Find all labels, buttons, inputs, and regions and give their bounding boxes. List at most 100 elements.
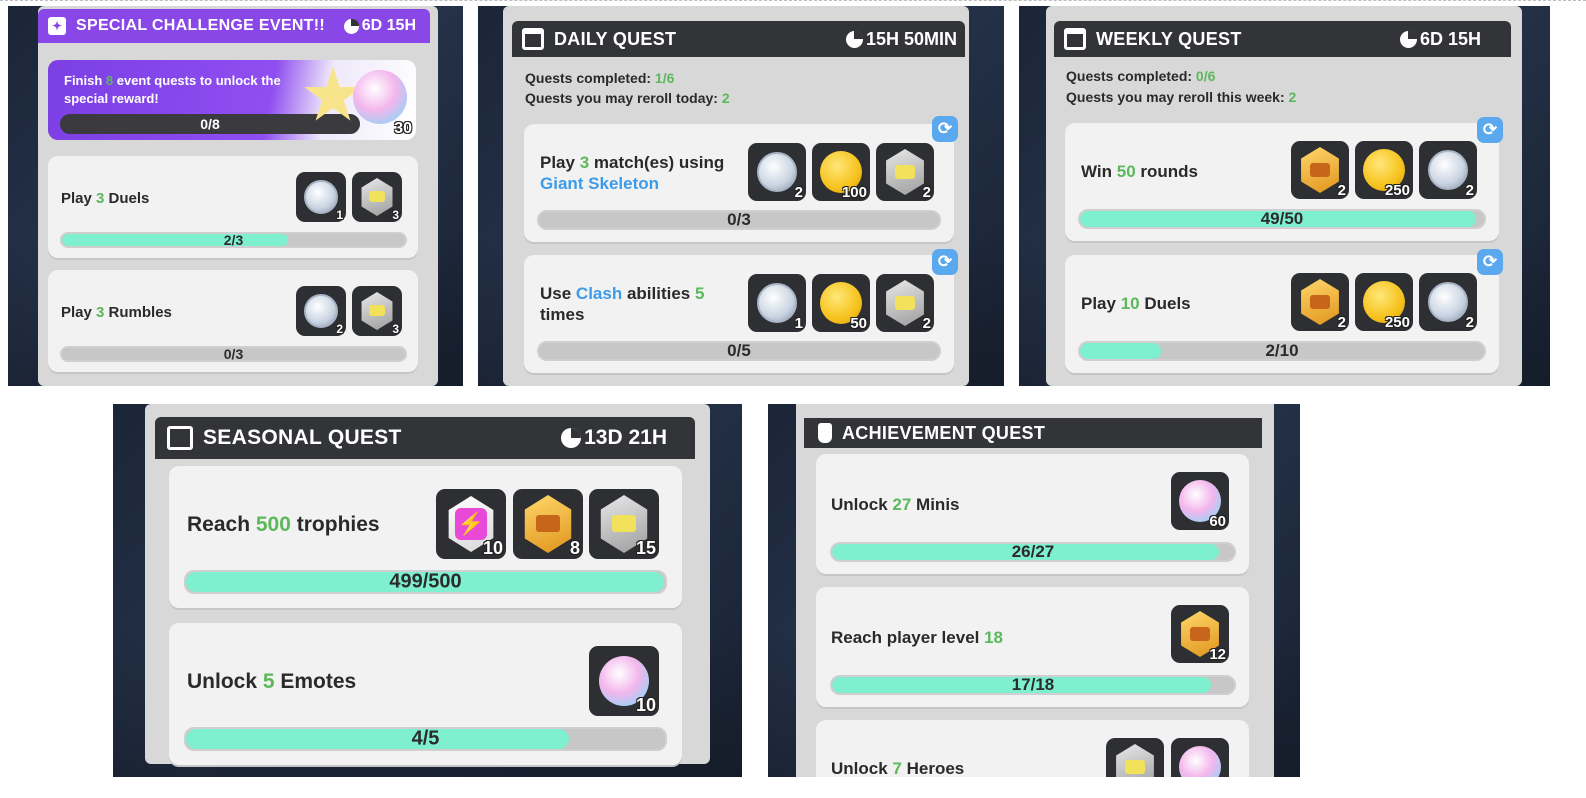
achievement-quest-title: ACHIEVEMENT QUEST [842, 422, 1046, 443]
reward-gold-chest: 2 [1291, 141, 1349, 199]
quest-progress-text: 26/27 [1011, 542, 1055, 561]
reward-count: 50 [850, 315, 867, 332]
reroll-icon[interactable]: ⟳ [932, 249, 958, 275]
quest-progress-bar: 17/18 [830, 675, 1236, 695]
sparkle-icon: ✦ [48, 17, 66, 35]
reward-silver-chest: 2 [876, 274, 934, 332]
daily-completed-label: Quests completed: [525, 70, 655, 86]
reward-count: 250 [1384, 182, 1410, 199]
quest-progress-bar: 2/10 [1078, 341, 1486, 361]
quest-text-post: Heroes [901, 759, 965, 777]
quest-progress-text: 0/5 [727, 341, 751, 360]
reward-count: 2 [922, 315, 931, 332]
special-banner-progress: 0/8 [60, 114, 360, 134]
weekly-completed-label: Quests completed: [1066, 68, 1196, 84]
quest-text-post: times [540, 305, 585, 325]
reward-gold-coin: 50 [812, 274, 870, 332]
special-quest-card[interactable]: Play 3 Duels 1 3 2/3 [48, 156, 418, 258]
seasonal-quest-card[interactable]: Reach 500 trophies ⚡ 10 8 15 499/500 [169, 466, 682, 608]
daily-quest-card[interactable]: ⟳ Play 3 match(es) using Giant Skeleton 2… [524, 116, 958, 242]
quest-progress-text: 4/5 [411, 727, 440, 750]
reward-gold-coin: 250 [1355, 273, 1413, 331]
special-reward-banner[interactable]: Finish 8 event quests to unlock the spec… [48, 60, 416, 140]
quest-progress-bar: 499/500 [184, 570, 667, 594]
silver-chest-icon [361, 292, 393, 330]
quest-text-post: Rumbles [104, 304, 172, 321]
reward-gold-coin: 100 [812, 143, 870, 201]
quest-text: Play 3 match(es) using Giant Skeleton [540, 152, 740, 195]
quest-text-pre: Play [61, 190, 97, 207]
seasonal-quest-timer: 13D 21H [561, 426, 667, 450]
weekly-quest-card[interactable]: ⟳ Play 10 Duels 2 250 2 2/10 [1065, 249, 1503, 373]
quest-progress-bar: 0/3 [537, 210, 941, 230]
special-timer-text: 6D 15H [361, 17, 416, 34]
reroll-icon[interactable]: ⟳ [932, 116, 958, 142]
reroll-icon[interactable]: ⟳ [1477, 117, 1503, 143]
reward-count: 3 [392, 208, 399, 222]
reroll-icon[interactable]: ⟳ [1477, 249, 1503, 275]
quest-progress-bar: 2/3 [60, 232, 407, 248]
lightning-icon: ⚡ [455, 508, 487, 540]
reward-count: 2 [1465, 182, 1474, 199]
weekly-quest-timer: 6D 15H [1399, 29, 1481, 50]
silver-chest-icon [886, 280, 924, 326]
trophy-icon [818, 423, 832, 443]
reward-silver-token: 1 [748, 274, 806, 332]
quest-text-post: trophies [290, 513, 380, 536]
reward-silver-token: 2 [748, 143, 806, 201]
quest-text-num: 3 [579, 153, 590, 172]
weekly-reroll-line: Quests you may reroll this week: 2 [1066, 89, 1296, 107]
silver-token-icon [757, 152, 797, 192]
reward-silver-chest: 15 [589, 489, 659, 559]
reward-gold-coin: 250 [1355, 141, 1413, 199]
daily-quest-panel: DAILY QUEST 15H 50MIN Quests completed: … [478, 6, 1004, 386]
quest-text-post: Emotes [274, 670, 357, 693]
reward-count: 2 [336, 322, 343, 336]
weekly-quest-header: WEEKLY QUEST 6D 15H [1054, 21, 1511, 57]
clock-icon [561, 428, 582, 448]
achievement-quest-card[interactable]: Reach player level 18 12 17/18 [816, 587, 1249, 707]
weekly-quest-card[interactable]: ⟳ Win 50 rounds 2 250 2 49/50 [1065, 117, 1503, 241]
weekly-completed-value: 0/6 [1195, 68, 1216, 84]
quest-text: Unlock 27 Minis [831, 494, 960, 515]
reward-silver-token: 2 [296, 286, 346, 336]
quest-progress-text: 49/50 [1260, 209, 1304, 228]
quest-text-post: Duels [104, 190, 150, 207]
silver-chest-icon [361, 178, 393, 216]
quest-progress-text: 17/18 [1011, 675, 1055, 694]
quest-text-num: 27 [892, 495, 912, 514]
quest-text-num: 50 [1116, 162, 1136, 181]
seasonal-quest-card[interactable]: Unlock 5 Emotes 10 4/5 [169, 623, 682, 765]
silver-chest-icon [886, 149, 924, 195]
reward-gold-chest: 8 [513, 489, 583, 559]
daily-quest-title: DAILY QUEST [554, 28, 677, 49]
special-challenge-timer: 6D 15H [343, 17, 416, 35]
quest-progress-text: 2/3 [223, 232, 244, 248]
clock-icon [1399, 30, 1417, 48]
special-reward-count: 30 [394, 120, 412, 137]
quest-progress-text: 0/3 [223, 346, 244, 362]
daily-quest-card[interactable]: ⟳ Use Clash abilities 5 times 1 50 2 0/5 [524, 249, 958, 373]
reward-count: 2 [1465, 314, 1474, 331]
quest-text-num: 18 [984, 628, 1004, 647]
special-quest-card[interactable]: Play 3 Rumbles 2 3 0/3 [48, 270, 418, 372]
quest-progress-bar: 26/27 [830, 542, 1236, 562]
achievement-quest-card[interactable]: Unlock 7 Heroes [816, 720, 1249, 777]
reward-count: 2 [922, 184, 931, 201]
quest-progress-text: 2/10 [1265, 341, 1299, 360]
quest-text-highlight: Clash [575, 284, 623, 303]
reward-gem: 10 [589, 646, 659, 716]
weekly-reroll-label: Quests you may reroll this week: [1066, 89, 1289, 105]
achievement-quest-card[interactable]: Unlock 27 Minis 60 26/27 [816, 454, 1249, 574]
special-challenge-panel: ✦ SPECIAL CHALLENGE EVENT!! 6D 15H Finis… [8, 6, 463, 386]
quest-text-num: 7 [892, 759, 902, 777]
reward-count: 1 [794, 315, 803, 332]
weekly-quest-title: WEEKLY QUEST [1096, 28, 1242, 49]
quest-text: Unlock 7 Heroes [831, 758, 964, 777]
reward-count: 2 [1337, 314, 1346, 331]
reward-gold-chest: 2 [1291, 273, 1349, 331]
quest-text-pre: Unlock [831, 495, 893, 514]
banner-text-pre: Finish [64, 73, 106, 88]
daily-reroll-line: Quests you may reroll today: 2 [525, 90, 730, 108]
achievement-quest-panel: ACHIEVEMENT QUEST Unlock 27 Minis 60 26/… [768, 404, 1300, 777]
